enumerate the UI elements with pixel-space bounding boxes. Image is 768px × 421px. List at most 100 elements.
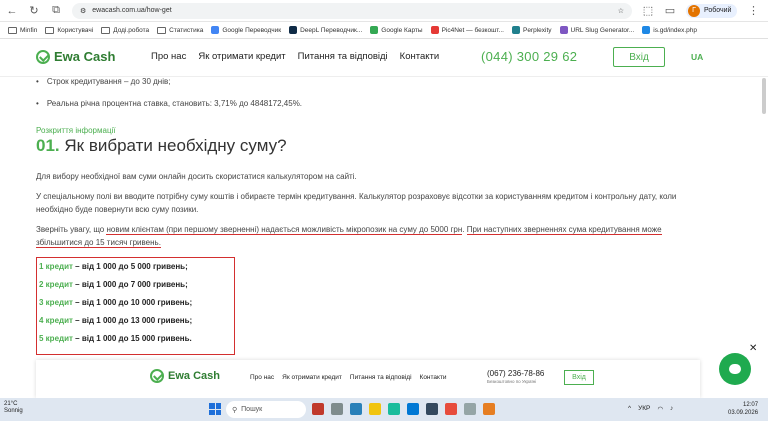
nav-contacts[interactable]: Контакти: [400, 51, 440, 62]
app-icon[interactable]: [331, 403, 343, 415]
bookmark-translate[interactable]: Google Переводчик: [211, 26, 281, 34]
bookmark-deepl[interactable]: DeepL Переводчик...: [289, 26, 362, 34]
folder-icon: [45, 26, 55, 34]
file-explorer-icon[interactable]: [369, 403, 381, 415]
bookmark-label: Статистика: [169, 26, 204, 34]
bookmark-label: is.gd/index.php: [653, 26, 697, 34]
profile-chip[interactable]: Г Робочий: [686, 3, 738, 18]
taskbar: 21°C Sonnig ⚲ Пошук ^ УКР ◠ ♪ 12:07 03.0…: [0, 398, 768, 421]
search-icon: ⚲: [232, 406, 238, 414]
volume-icon[interactable]: ♪: [670, 405, 673, 413]
folder-icon: [101, 26, 111, 34]
nav-how-get[interactable]: Як отримати кредит: [198, 51, 285, 62]
edge-icon[interactable]: [388, 403, 400, 415]
address-bar[interactable]: ⚙ ewacash.com.ua/how-get ☆: [72, 2, 632, 19]
language-switch[interactable]: UA: [691, 52, 703, 62]
header-phone[interactable]: (044) 300 29 62: [481, 49, 577, 64]
perplexity-icon: [511, 26, 520, 34]
bookmark-perplexity[interactable]: Perplexity: [511, 26, 552, 34]
bookmark-pic4net[interactable]: Pic4Net — безкошт...: [430, 26, 504, 34]
tab-search-icon[interactable]: ⧉: [50, 4, 62, 17]
bookmark-maps[interactable]: Google Карты: [370, 26, 423, 34]
slug-generator-icon: [559, 26, 568, 34]
paragraph-calculator: У спеціальному полі ви вводите потрібну …: [36, 192, 677, 214]
logo-check-icon: [36, 49, 50, 64]
bullet-text: Реальна річна процентна ставка, становит…: [46, 99, 303, 108]
bookmark-label: Minfin: [20, 26, 38, 34]
nav-how-get[interactable]: Як отримати кредит: [282, 374, 342, 381]
google-translate-icon: [211, 26, 220, 34]
chat-button[interactable]: [719, 353, 751, 385]
site-header: Ewa Cash Про нас Як отримати кредит Пита…: [0, 39, 768, 77]
chrome-icon[interactable]: [445, 403, 457, 415]
list-item: • Реальна річна процентна ставка, станов…: [36, 99, 302, 108]
menu-icon[interactable]: ⋮: [747, 4, 759, 17]
clock-time: 12:07: [743, 402, 759, 408]
bookmark-stats[interactable]: Статистика: [157, 26, 204, 34]
bookmark-users[interactable]: Користувачі: [45, 26, 94, 34]
bookmark-minfin[interactable]: Minfin: [8, 26, 38, 34]
nav-contacts[interactable]: Контакти: [420, 374, 447, 381]
wifi-icon[interactable]: ◠: [657, 405, 663, 413]
deepl-icon: [289, 26, 298, 34]
bookmark-label: Perplexity: [522, 26, 552, 34]
page-scrollbar[interactable]: [762, 78, 766, 114]
clock-date: 03.09.2026: [728, 410, 759, 416]
limit-row: 5 кредит – від 1 000 до 15 000 гривень.: [39, 334, 192, 343]
sticky-nav: Про нас Як отримати кредит Питання та ві…: [250, 374, 447, 381]
taskbar-search[interactable]: ⚲ Пошук: [226, 401, 306, 418]
heading-text: Як вибрати необхідну суму?: [64, 136, 287, 155]
refresh-icon[interactable]: ↻: [28, 4, 40, 17]
weather-widget[interactable]: 21°C Sonnig: [4, 401, 23, 415]
bookmark-star-icon[interactable]: ☆: [618, 7, 624, 15]
bookmark-work[interactable]: Доді.робота: [101, 26, 149, 34]
bookmark-label: Google Переводчик: [222, 26, 282, 34]
app-icon[interactable]: [464, 403, 476, 415]
tray-lang[interactable]: УКР: [638, 405, 650, 413]
app-icon[interactable]: [407, 403, 419, 415]
logo-text: Ewa Cash: [168, 370, 220, 382]
credit-range: – від 1 000 до 15 000 гривень.: [72, 334, 192, 343]
logo-check-icon: [150, 369, 164, 383]
paragraph-intro: Для вибору необхідної вам суми онлайн до…: [36, 172, 357, 181]
limit-row: 2 кредит – від 1 000 до 7 000 гривень;: [39, 280, 188, 289]
close-icon[interactable]: ✕: [749, 343, 757, 354]
app-icon[interactable]: [312, 403, 324, 415]
app-icon[interactable]: [426, 403, 438, 415]
limit-row: 1 кредит – від 1 000 до 5 000 гривень;: [39, 262, 188, 271]
bookmark-slug[interactable]: URL Slug Generator...: [559, 26, 634, 34]
profile-label: Робочий: [704, 7, 732, 14]
bookmark-label: Користувачі: [57, 26, 94, 34]
paragraph-note: Зверніть увагу, що новим клієнтам (при п…: [36, 223, 706, 249]
site-info-icon[interactable]: ⚙: [80, 7, 86, 15]
bullet-text: Строк кредитування – до 30 днів;: [46, 77, 171, 86]
login-button[interactable]: Вхід: [613, 47, 665, 67]
disclosure-link[interactable]: Розкриття інформації: [36, 126, 116, 135]
credit-range: – від 1 000 до 10 000 гривень;: [72, 298, 193, 307]
heading-number: 01.: [36, 136, 60, 155]
browser-toolbar: ← ↻ ⧉ ⚙ ewacash.com.ua/how-get ☆ ⬚ ▭ Г Р…: [0, 0, 768, 22]
sticky-phone[interactable]: (067) 236-78-86: [487, 369, 544, 378]
nav-about[interactable]: Про нас: [151, 51, 186, 62]
sticky-logo[interactable]: Ewa Cash: [150, 369, 220, 383]
limit-row: 4 кредит – від 1 000 до 13 000 гривень;: [39, 316, 192, 325]
url-text: ewacash.com.ua/how-get: [92, 7, 172, 14]
site-logo[interactable]: Ewa Cash: [36, 49, 115, 64]
bookmark-isgd[interactable]: is.gd/index.php: [642, 26, 697, 34]
sticky-phone-caption: Безкоштовно по Україні: [487, 379, 537, 384]
extensions-icon[interactable]: ⬚: [642, 4, 654, 17]
app-icon[interactable]: [483, 403, 495, 415]
clock[interactable]: 12:07 03.09.2026: [728, 401, 758, 417]
app-icon[interactable]: [350, 403, 362, 415]
nav-faq[interactable]: Питання та відповіді: [298, 51, 388, 62]
sticky-login-button[interactable]: Вхід: [564, 370, 594, 385]
windows-start-icon[interactable]: [209, 403, 221, 415]
pic4net-icon: [430, 26, 439, 34]
split-icon[interactable]: ▭: [664, 4, 676, 17]
credit-range: – від 1 000 до 13 000 гривень;: [72, 316, 193, 325]
tray-chevron-icon[interactable]: ^: [628, 405, 631, 413]
back-icon[interactable]: ←: [6, 5, 18, 17]
folder-icon: [8, 26, 17, 34]
nav-faq[interactable]: Питання та відповіді: [350, 374, 412, 381]
nav-about[interactable]: Про нас: [250, 374, 274, 381]
